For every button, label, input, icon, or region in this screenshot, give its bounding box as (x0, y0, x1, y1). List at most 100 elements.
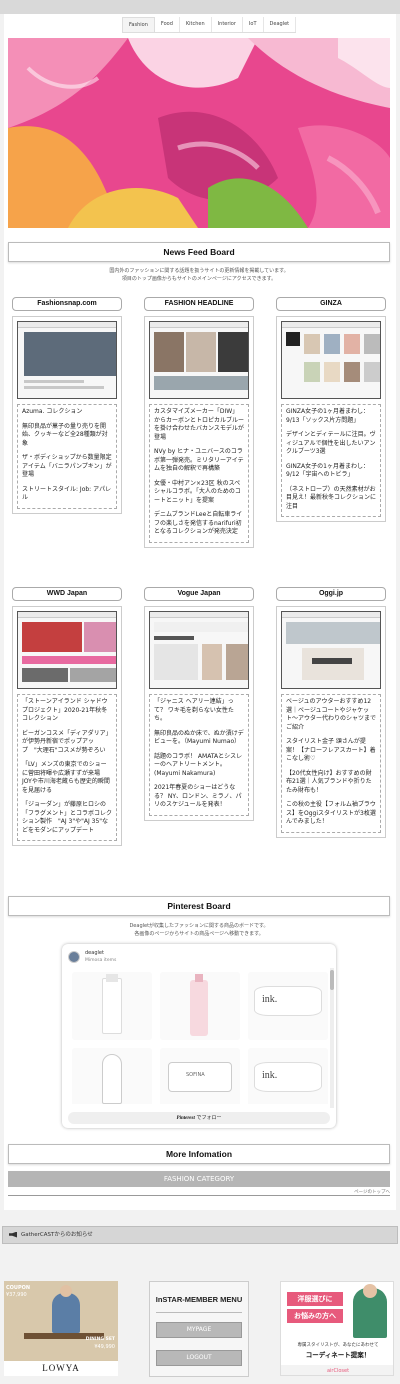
tab-iot[interactable]: IoT (243, 17, 264, 32)
article-link[interactable]: 無印良品が菓子の量り売りを開始、クッキーなど全28種類が対象 (22, 423, 112, 449)
tab-fashion[interactable]: Fashion (122, 17, 155, 32)
lowya-ad-banner[interactable]: COUPON ¥37,990 DINING SET ¥49,990 LOWYA (4, 1281, 118, 1376)
feed-card-vogue-japan: Vogue Japan 「ジャニス ヘアリー連結」って？ ワキ毛を剃らない女性た… (144, 587, 254, 821)
notice-bar[interactable]: GatherCASTからのお知らせ (2, 1226, 398, 1244)
pinterest-follow-button[interactable]: Pinterest でフォロー (68, 1112, 330, 1124)
article-link[interactable]: NVy by ヒナ・ユニバースのコラボ第一弾発売。ミリタリーアイテムを独自の解釈… (154, 448, 244, 474)
coupon-label: COUPON (6, 1285, 31, 1291)
ad-caption-1: 専属スタイリストが、あなたにあわせて (297, 1343, 379, 1348)
article-link[interactable]: 【20代女性向け】おすすめの財布21選｜人気ブランドや折りたたみ財布も！ (286, 770, 376, 796)
tab-food[interactable]: Food (155, 17, 180, 32)
site-thumbnail[interactable] (17, 321, 117, 399)
news-feed-desc-line: 項目のトップ画像からもサイトのメインページにアクセスできます。 (121, 276, 277, 282)
article-link[interactable]: GINZA女子の1ヶ月着まわし：9/13「ソックス片方問題」 (286, 408, 376, 425)
pinterest-board-title: Pinterest Board (8, 896, 390, 916)
pin-item[interactable] (72, 972, 152, 1040)
logout-button[interactable]: LOGOUT (156, 1350, 242, 1366)
article-link[interactable]: ストリートスタイル: Job: アパレル (22, 486, 112, 503)
divider (156, 1312, 242, 1313)
avatar[interactable] (68, 950, 80, 963)
article-link[interactable]: （ネストローブ）の天然素材がお目見え！最新秋冬コレクションに注目 (286, 486, 376, 512)
article-link[interactable]: ザ・ボディショップから数量限定アイテム「バニラパンプキン」が登場 (22, 454, 112, 480)
article-link[interactable]: 女優・中村アン×23区 秋のスペシャルコラボ。「大人のためのコートとニット」を提… (154, 480, 244, 506)
feed-card-title[interactable]: WWD Japan (12, 587, 122, 601)
feed-card-body: Azuma. コレクション 無印良品が菓子の量り売りを開始、クッキーなど全28種… (12, 316, 122, 514)
coupon-price: ¥37,990 (6, 1292, 27, 1298)
follow-label: でフォロー (196, 1115, 222, 1121)
aircloset-logo: airCloset (281, 1365, 393, 1375)
article-link[interactable]: スタイリスト金子 頌さんが提案！【ナローフレアスカート】着こなし術♡ (286, 738, 376, 764)
article-list: カスタマイズメーカー「DIW」からカーボンとトロピカルブルーを掛け合わせたバカン… (149, 404, 249, 543)
tab-interior[interactable]: Interior (212, 17, 243, 32)
ad-headline-2: お悩みの方へ (287, 1309, 343, 1323)
mypage-button[interactable]: MYPAGE (156, 1322, 242, 1338)
lowya-logo: LOWYA (4, 1361, 118, 1376)
article-list: GINZA女子の1ヶ月着まわし：9/13「ソックス片方問題」 デザインとディテー… (281, 404, 381, 517)
pin-item[interactable] (160, 972, 240, 1040)
aircloset-ad-banner[interactable]: 洋服選びに お悩みの方へ 専属スタイリストが、あなたにあわせて コーディネート提… (280, 1281, 394, 1376)
news-feed-title: News Feed Board (8, 242, 390, 262)
site-thumbnail[interactable] (149, 611, 249, 689)
set-label: DINING SET (85, 1337, 115, 1342)
feed-card-body: ベージュのアウターおすすめ12選｜ベージュコートやジャケット〜アウター代わりのシ… (276, 606, 386, 838)
divider (8, 1195, 390, 1196)
article-link[interactable]: デザインとディテールに注目。ヴィジュアルで個性を出したいアンクルブーツ3選 (286, 431, 376, 457)
notice-text: GatherCASTからのお知らせ (21, 1232, 93, 1238)
pinterest-user[interactable]: deaglet (85, 950, 116, 956)
megaphone-icon (9, 1231, 17, 1238)
feed-card-fashion-headline: FASHION HEADLINE カスタマイズメーカー「DIW」からカーボンとト… (144, 297, 254, 548)
feed-card-body: 「ストーンアイランド シャドウプロジェクト」2020-21年秋冬コレクション ビ… (12, 606, 122, 846)
article-link[interactable]: Azuma. コレクション (22, 408, 112, 417)
article-link[interactable]: 「LV」メンズの東京でのショーに菅田将暉や広瀬すずが来場 JOYや市川海老蔵らも… (22, 761, 112, 795)
article-link[interactable]: 2021年春夏のショーはどうなる？ NY、ロンドン、ミラノ、パリのスケジュールを… (154, 784, 244, 810)
pin-item[interactable]: ink. (248, 1048, 328, 1104)
article-link[interactable]: 話題のコラボ！ AMATAとシスレーのヘアトリートメント。(Mayumi Nak… (154, 753, 244, 779)
site-thumbnail[interactable] (281, 321, 381, 399)
article-link[interactable]: 「ストーンアイランド シャドウプロジェクト」2020-21年秋冬コレクション (22, 698, 112, 724)
article-link[interactable]: ベージュのアウターおすすめ12選｜ベージュコートやジャケット〜アウター代わりのシ… (286, 698, 376, 732)
feed-card-title[interactable]: Fashionsnap.com (12, 297, 122, 311)
pin-item[interactable] (72, 1048, 152, 1104)
hero-fabric-image (8, 38, 390, 228)
feed-card-body: 「ジャニス ヘアリー連結」って？ ワキ毛を剃らない女性たち。 無印良品のぬか床で… (144, 606, 254, 821)
article-link[interactable]: ビーガンコスメ「ディアダリア」が伊勢丹新宿でポップアップ "大理石"コスメが勢ぞ… (22, 730, 112, 756)
pin-grid: ink. SOFINA ink. (68, 968, 330, 1104)
member-menu-title: InSTAR-MEMBER MENU (155, 1295, 243, 1304)
article-link[interactable]: GINZA女子の1ヶ月着まわし：9/12「宇宙へのトビラ」 (286, 463, 376, 480)
ad-caption-2: コーディネート提案！ (305, 1351, 371, 1359)
article-link[interactable]: 無印良品のぬか床で、ぬか漬けデビューを。（Mayumi Numao） (154, 730, 244, 747)
article-list: 「ストーンアイランド シャドウプロジェクト」2020-21年秋冬コレクション ビ… (17, 694, 117, 841)
article-link[interactable]: カスタマイズメーカー「DIW」からカーボンとトロピカルブルーを掛け合わせたバカン… (154, 408, 244, 442)
tab-deaglet[interactable]: Deaglet (264, 17, 297, 32)
article-link[interactable]: 「ジャニス ヘアリー連結」って？ ワキ毛を剃らない女性たち。 (154, 698, 244, 724)
site-thumbnail[interactable] (281, 611, 381, 689)
pin-scrollbar[interactable] (330, 968, 334, 1108)
site-thumbnail[interactable] (149, 321, 249, 399)
feed-card-title[interactable]: GINZA (276, 297, 386, 311)
category-nav: Fashion Food Kitchen Interior IoT Deagle… (122, 17, 297, 33)
feed-card-title[interactable]: Oggi.jp (276, 587, 386, 601)
news-feed-desc-line: 国内外のファッションに関する話題を扱うサイトの更新情報を掲載しています。 (109, 268, 289, 274)
article-list: Azuma. コレクション 無印良品が菓子の量り売りを開始、クッキーなど全28種… (17, 404, 117, 509)
pin-item[interactable]: SOFINA (160, 1048, 240, 1104)
feed-card-body: カスタマイズメーカー「DIW」からカーボンとトロピカルブルーを掛け合わせたバカン… (144, 316, 254, 548)
feed-card-ginza: GINZA GINZA女子の1ヶ月着まわし：9/13「ソックス片方問題」 デザイ… (276, 297, 386, 522)
pinterest-desc-line: 各画像のページからサイトの商品ページへ移動できます。 (134, 931, 264, 937)
feed-card-title[interactable]: Vogue Japan (144, 587, 254, 601)
pin-item[interactable]: ink. (248, 972, 328, 1040)
site-thumbnail[interactable] (17, 611, 117, 689)
pinterest-widget: deaglet Mimosa items ink. SOFINA ink. Pi… (62, 944, 336, 1128)
set-price: ¥49,990 (94, 1344, 115, 1350)
more-info-title: More Infomation (8, 1144, 390, 1164)
feed-card-title[interactable]: FASHION HEADLINE (144, 297, 254, 311)
pinterest-board-name[interactable]: Mimosa items (85, 958, 116, 963)
pinterest-header[interactable]: deaglet Mimosa items (68, 950, 116, 963)
feed-card-body: GINZA女子の1ヶ月着まわし：9/13「ソックス片方問題」 デザインとディテー… (276, 316, 386, 522)
article-link[interactable]: デニムブランドLeeと自転車ライフの楽しさを発信するnarifuri初となるコレ… (154, 511, 244, 537)
article-link[interactable]: この秋の主役【フォルム袖ブラウス】をOggiスタイリストが3枚選んでみました！ (286, 801, 376, 827)
tab-kitchen[interactable]: Kitchen (180, 17, 212, 32)
article-link[interactable]: 「ジョーダン」が藤原ヒロシの「フラグメント」とコラボコレクション製作 "AJ 3… (22, 801, 112, 835)
feed-card-wwd-japan: WWD Japan 「ストーンアイランド シャドウプロジェクト」2020-21年… (12, 587, 122, 846)
pinterest-description: Deagletが収集したファッションに関する商品のボードです。 各画像のページか… (8, 922, 390, 938)
fashion-category-button[interactable]: FASHION CATEGORY (8, 1171, 390, 1187)
